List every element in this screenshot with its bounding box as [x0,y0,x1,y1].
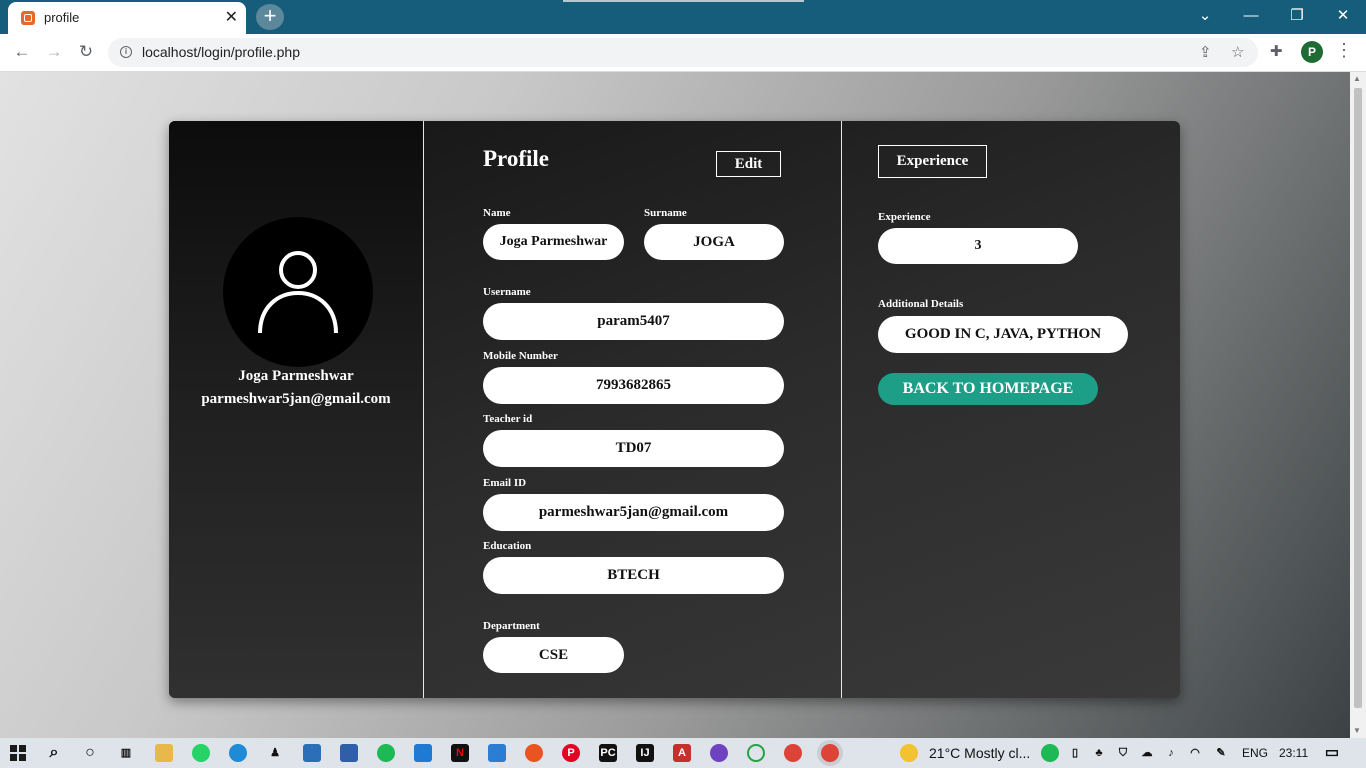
close-window-icon[interactable]: ✕ [1331,6,1355,26]
browser-tab[interactable]: profile ✕ [8,2,246,34]
email-field[interactable]: parmeshwar5jan@gmail.com [483,494,784,531]
weather-text[interactable]: 21°C Mostly cl... [929,745,1030,761]
page-title: Profile [483,146,549,171]
experience-heading-box: Experience [878,145,987,178]
whatsapp-icon[interactable] [192,744,210,762]
reload-icon[interactable]: ↻ [75,42,97,62]
github-icon[interactable] [710,744,728,762]
pen-icon[interactable]: ✎ [1212,744,1230,762]
spotify-tray-icon[interactable] [1041,744,1059,762]
chrome-icon[interactable] [784,744,802,762]
forward-icon[interactable]: → [43,42,65,62]
additional-details-label: Additional Details [878,298,964,310]
sync-icon[interactable] [747,744,765,762]
mobile-label: Mobile Number [483,350,558,362]
adobe-reader-icon[interactable]: A [673,744,691,762]
teacher-id-label: Teacher id [483,413,533,425]
browser-tab-bar: profile ✕ + ⌄ — ❐ ✕ [0,0,1366,34]
task-view-icon[interactable]: ▥ [117,744,135,762]
scroll-thumb[interactable] [1354,88,1362,708]
wifi-icon[interactable]: ◠ [1186,744,1204,762]
pinterest-icon[interactable]: P [562,744,580,762]
page-scrollbar[interactable]: ▲ ▼ [1350,72,1366,738]
department-field[interactable]: CSE [483,637,624,673]
user-silhouette-icon [258,251,338,334]
weather-moon-icon [900,744,918,762]
security-shield-icon[interactable]: ⛉ [1114,744,1132,762]
windows-taskbar: ⌕ ○ ▥ ♟ N P PC IJ A 21°C Mostly cl... ▯ … [0,738,1366,768]
intellij-icon[interactable]: IJ [636,744,654,762]
editor-icon[interactable] [340,744,358,762]
netflix-icon[interactable]: N [451,744,469,762]
restore-icon[interactable]: ❐ [1285,6,1309,26]
onedrive-cloud-icon[interactable]: ☁ [1138,744,1156,762]
tab-search-icon[interactable]: ⌄ [1193,6,1217,26]
education-label: Education [483,540,532,552]
name-field[interactable]: Joga Parmeshwar [483,224,624,260]
column-divider [423,121,424,698]
device-tray-icon[interactable]: ▯ [1066,744,1084,762]
browser-menu-icon[interactable]: ⋮ [1335,40,1353,61]
profile-card: Joga Parmeshwar parmeshwar5jan@gmail.com… [169,121,1180,698]
column-divider-right [841,121,842,698]
store-icon[interactable] [303,744,321,762]
surname-label: Surname [644,207,687,219]
tray-app-icon[interactable]: ♣ [1090,744,1108,762]
linux-penguin-icon[interactable]: ♟ [266,744,284,762]
profile-avatar[interactable]: P [1301,41,1323,63]
share-icon[interactable]: ⇪ [1199,43,1212,61]
close-tab-icon[interactable]: ✕ [225,8,238,28]
teacher-id-field[interactable]: TD07 [483,430,784,467]
name-label: Name [483,207,511,219]
user-avatar [223,217,373,367]
profile-sidebar: Joga Parmeshwar parmeshwar5jan@gmail.com [169,121,423,698]
vscode-icon[interactable] [414,744,432,762]
url-text[interactable]: localhost/login/profile.php [142,44,300,60]
mail-icon[interactable] [488,744,506,762]
new-tab-button[interactable]: + [256,4,284,30]
file-explorer-icon[interactable] [155,744,173,762]
experience-label: Experience [878,211,931,223]
department-label: Department [483,620,540,632]
chrome-active-icon[interactable] [821,744,839,762]
language-indicator[interactable]: ENG [1242,746,1268,760]
windows-start-icon[interactable] [10,745,26,761]
extensions-puzzle-icon[interactable]: ✚ [1270,42,1283,60]
scroll-up-icon[interactable]: ▲ [1353,74,1361,83]
site-info-icon[interactable]: i [120,46,132,58]
surname-field[interactable]: JOGA [644,224,784,260]
address-bar[interactable]: i localhost/login/profile.php ⇪ ☆ [108,38,1258,67]
ubuntu-icon[interactable] [525,744,543,762]
mobile-field[interactable]: 7993682865 [483,367,784,404]
user-display-name: Joga Parmeshwar [238,368,354,384]
user-display-email: parmeshwar5jan@gmail.com [201,391,391,407]
cortana-icon[interactable]: ○ [81,744,99,762]
page-viewport: Joga Parmeshwar parmeshwar5jan@gmail.com… [0,72,1350,738]
minimize-icon[interactable]: — [1239,6,1263,26]
edit-button[interactable]: Edit [716,151,781,177]
clock[interactable]: 23:11 [1279,746,1308,760]
edge-icon[interactable] [229,744,247,762]
pycharm-icon[interactable]: PC [599,744,617,762]
browser-toolbar: ← → ↻ i localhost/login/profile.php ⇪ ☆ … [0,34,1366,72]
experience-field[interactable]: 3 [878,228,1078,264]
back-to-homepage-button[interactable]: BACK TO HOMEPAGE [878,373,1098,405]
window-drag-strip [563,0,804,2]
tab-title: profile [44,10,80,25]
xampp-favicon-icon [21,11,35,25]
bookmark-star-icon[interactable]: ☆ [1231,43,1244,61]
notifications-icon[interactable]: ▭ [1323,744,1341,762]
back-icon[interactable]: ← [11,42,33,62]
education-field[interactable]: BTECH [483,557,784,594]
username-label: Username [483,286,531,298]
search-icon[interactable]: ⌕ [45,744,63,762]
additional-details-field[interactable]: GOOD IN C, JAVA, PYTHON [878,316,1128,353]
username-field[interactable]: param5407 [483,303,784,340]
email-label: Email ID [483,477,527,489]
spotify-icon[interactable] [377,744,395,762]
scroll-down-icon[interactable]: ▼ [1353,726,1361,735]
volume-icon[interactable]: ♪ [1162,744,1180,762]
